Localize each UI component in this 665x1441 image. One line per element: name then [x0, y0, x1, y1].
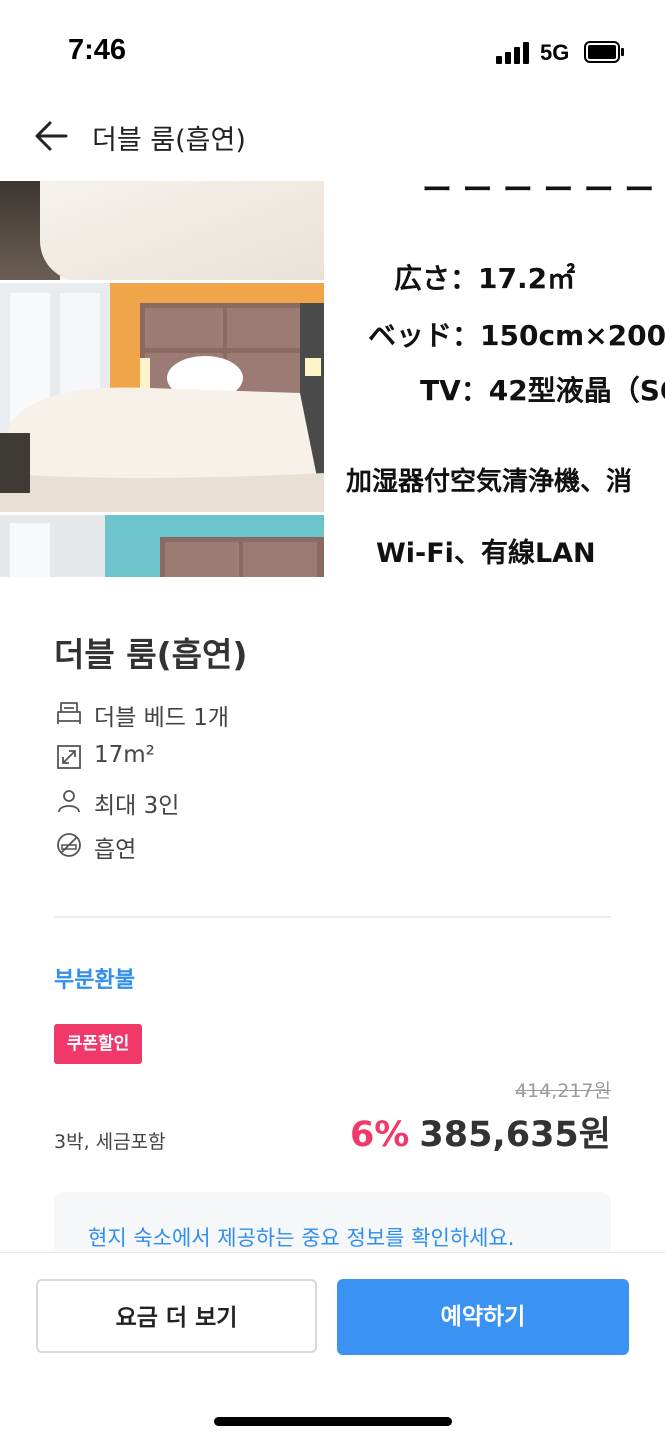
- board-line-area: 広さ：17.2㎡: [394, 262, 576, 295]
- feature-label: 흡연: [94, 837, 137, 863]
- app-header: 더블 룸(흡연): [0, 100, 665, 176]
- bottom-action-bar: 요금 더 보기 예약하기: [0, 1252, 665, 1441]
- board-line-tv: TV：42型液晶（SO: [420, 374, 665, 407]
- person-icon: [58, 790, 80, 813]
- board-heading-partial: ー ー ー ー ー ー: [422, 181, 655, 208]
- section-divider: [54, 916, 611, 918]
- back-arrow-icon[interactable]: [30, 114, 74, 158]
- reserve-button[interactable]: 예약하기: [337, 1279, 629, 1355]
- room-info-board: ー ー ー ー ー ー 広さ：17.2㎡ ベッド：150cm×200c TV：4…: [338, 181, 665, 577]
- network-type: 5G: [540, 40, 570, 65]
- smoking-icon: [57, 833, 81, 857]
- status-time: 7:46: [68, 34, 127, 66]
- status-bar: 7:46 5G: [0, 0, 665, 100]
- coupon-badge: 쿠폰할인: [54, 1024, 142, 1064]
- room-photo-main: [0, 283, 324, 512]
- final-price: 385,635원: [419, 1115, 611, 1155]
- room-image-gallery[interactable]: ー ー ー ー ー ー 広さ：17.2㎡ ベッド：150cm×200c TV：4…: [0, 181, 665, 577]
- home-indicator: [214, 1417, 452, 1426]
- feature-label: 17m²: [94, 742, 155, 768]
- price-row: 6% 385,635원: [350, 1106, 611, 1157]
- bed-icon: [57, 702, 81, 724]
- board-line-amenity: 加湿器付空気清浄機、消: [346, 467, 633, 497]
- more-rates-button[interactable]: 요금 더 보기: [36, 1279, 317, 1353]
- feature-label: 더블 베드 1개: [94, 705, 230, 731]
- header-title: 더블 룸(흡연): [92, 125, 246, 156]
- feature-label: 최대 3인: [94, 793, 180, 819]
- room-title: 더블 룸(흡연): [54, 635, 248, 674]
- board-line-bed: ベッド：150cm×200c: [368, 319, 665, 352]
- battery-icon: [584, 41, 624, 63]
- room-photo-bottom: [0, 515, 324, 577]
- property-info-box[interactable]: 현지 숙소에서 제공하는 중요 정보를 확인하세요.: [54, 1192, 611, 1258]
- signal-icon: [496, 42, 532, 64]
- nights-tax-note: 3박, 세금포함: [54, 1131, 166, 1153]
- room-size-icon: [57, 745, 81, 769]
- refund-policy: 부분환불: [54, 968, 135, 993]
- discount-percent: 6%: [349, 1115, 410, 1155]
- original-price: 414,217원: [514, 1080, 611, 1102]
- property-info-link[interactable]: 현지 숙소에서 제공하는 중요 정보를 확인하세요.: [88, 1222, 514, 1252]
- room-photo-top: [0, 181, 324, 280]
- board-line-wifi: Wi-Fi、有線LAN: [376, 538, 596, 569]
